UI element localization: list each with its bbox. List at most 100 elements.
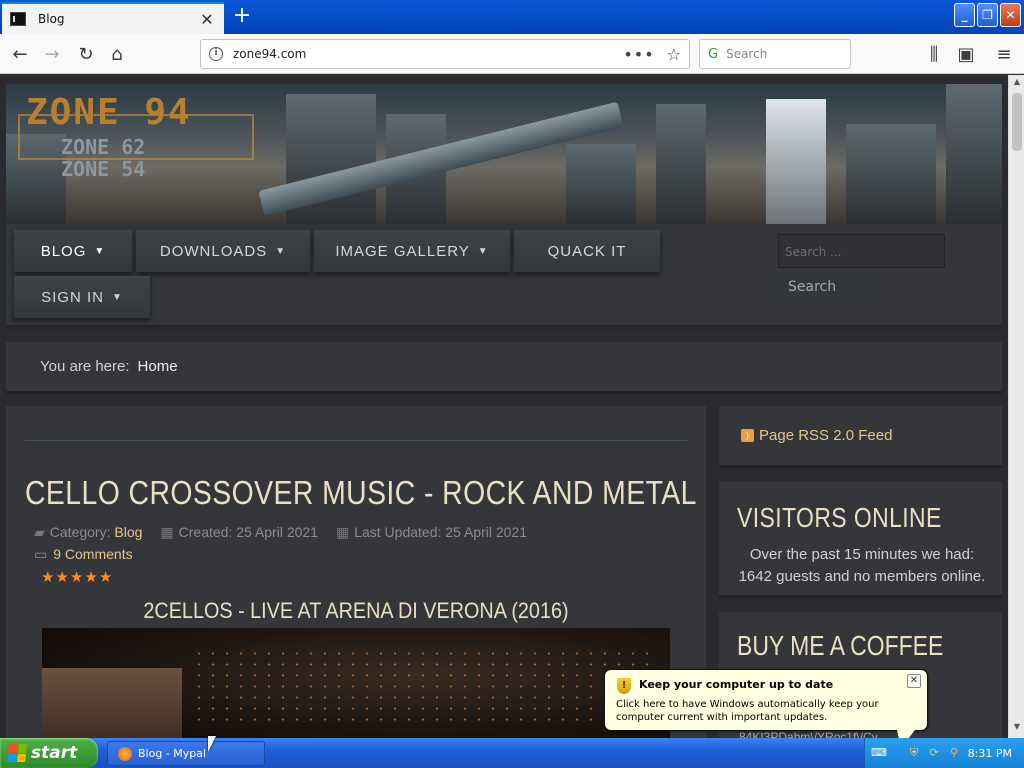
reload-icon[interactable]: ↻ [72, 40, 100, 68]
mouse-cursor [208, 736, 216, 752]
chevron-down-icon: ▼ [275, 245, 287, 257]
calendar-icon: ▦ [160, 524, 174, 540]
site-search-button[interactable]: Search [778, 272, 868, 302]
tab-blog[interactable]: Blog ✕ [2, 2, 224, 34]
star-icon[interactable]: ★ [41, 568, 55, 586]
city-lights [192, 648, 652, 728]
tab-title: Blog [38, 12, 65, 26]
close-window-button[interactable]: ✕ [1000, 3, 1021, 27]
scroll-thumb[interactable] [1012, 93, 1022, 151]
taskbar-item-label: Blog - Mypal [138, 747, 207, 760]
calendar-icon: ▦ [335, 524, 350, 540]
address-bar[interactable]: i zone94.com ••• ☆ [200, 39, 690, 69]
browser-search-box[interactable]: G Search [699, 39, 851, 69]
building [566, 144, 636, 224]
article-meta: ▰ Category: Blog ▦ Created: 25 April 2021 … [34, 524, 527, 541]
star-icon[interactable]: ★ [84, 568, 98, 586]
updated-date: Last Updated: 25 April 2021 [354, 524, 527, 540]
system-tray: ⌨ ⛨ ⟳ ⚲ 8:31 PM [864, 738, 1024, 768]
search-tray-icon[interactable]: ⚲ [947, 746, 961, 760]
breadcrumb-home[interactable]: Home [138, 358, 178, 375]
category-meta: ▰ Category: Blog [34, 524, 142, 541]
menu-label: DOWNLOADS [159, 242, 268, 260]
shield-tray-icon[interactable]: ⛨ [907, 746, 921, 760]
site-search-input[interactable]: Search ... [778, 234, 945, 268]
minimize-button[interactable]: _ [954, 3, 975, 27]
menu-item-image-gallery[interactable]: IMAGE GALLERY ▼ [314, 230, 510, 272]
scroll-up-icon[interactable]: ▲ [1011, 77, 1023, 91]
page-actions-icon[interactable]: ••• [623, 45, 654, 64]
video-player[interactable] [42, 628, 670, 738]
article: CELLO CROSSOVER MUSIC - ROCK AND METAL ▰… [6, 406, 706, 738]
browser-app-icon [118, 746, 132, 761]
comment-icon: ▭ [34, 546, 48, 562]
site-logo[interactable]: ZONE 94 [26, 92, 192, 133]
bookmark-star-icon[interactable]: ☆ [667, 45, 681, 64]
taskbar-item-browser[interactable]: Blog - Mypal [107, 741, 265, 766]
chevron-down-icon: ▼ [94, 245, 106, 257]
menu-label: IMAGE GALLERY [335, 242, 470, 260]
rss-feed-panel: ) Page RSS 2.0 Feed [719, 406, 1002, 468]
scroll-down-icon[interactable]: ▼ [1011, 722, 1023, 736]
star-rating[interactable]: ★★★★★ [41, 568, 113, 586]
chevron-down-icon: ▼ [111, 291, 123, 303]
header-banner: ZONE 94 ZONE 62 ZONE 54 [6, 84, 1002, 224]
star-icon[interactable]: ★ [70, 568, 84, 586]
url-text[interactable]: zone94.com [233, 47, 623, 61]
coffee-title: BUY ME A COFFEE [737, 630, 944, 661]
menu-item-quack-it[interactable]: QUACK IT [514, 230, 660, 272]
comments-count[interactable]: 9 Comments [53, 546, 132, 562]
logo-sub-2: ZONE 54 [61, 157, 146, 181]
hamburger-menu-icon[interactable]: ≡ [990, 40, 1018, 68]
back-arrow-icon[interactable]: ← [6, 40, 34, 68]
updated-meta: ▦ Last Updated: 25 April 2021 [336, 524, 527, 541]
start-button[interactable]: start [0, 738, 98, 768]
visitors-text: Over the past 15 minutes we had: 1642 gu… [738, 546, 986, 585]
star-icon[interactable]: ★ [55, 568, 69, 586]
comments-link[interactable]: ▭ 9 Comments [34, 546, 133, 563]
divider [25, 440, 687, 441]
menu-item-blog[interactable]: BLOG ▼ [14, 230, 132, 272]
star-icon[interactable]: ★ [99, 568, 113, 586]
menu-item-downloads[interactable]: DOWNLOADS ▼ [136, 230, 310, 272]
network-icon[interactable]: ⟳ [927, 746, 941, 760]
library-icon[interactable]: ⫼ [920, 40, 948, 68]
forward-arrow-icon[interactable]: → [38, 40, 66, 68]
category-link[interactable]: Blog [114, 524, 142, 540]
balloon-title: Keep your computer up to date [639, 678, 834, 691]
browser-search-placeholder[interactable]: Search [726, 47, 767, 61]
tab-strip: Blog ✕ + _ ❐ ✕ [0, 0, 1024, 34]
menu-label: QUACK IT [547, 242, 627, 260]
rss-link[interactable]: Page RSS 2.0 Feed [759, 427, 892, 444]
keyboard-icon[interactable]: ⌨ [871, 746, 887, 760]
category-label: Category: [49, 524, 111, 540]
balloon-body[interactable]: Click here to have Windows automatically… [616, 698, 916, 724]
home-icon[interactable]: ⌂ [103, 40, 131, 68]
tab-close-icon[interactable]: ✕ [198, 10, 216, 29]
vertical-scrollbar[interactable]: ▲ ▼ [1008, 75, 1024, 738]
building [766, 99, 826, 224]
breadcrumb: You are here: Home [6, 342, 1002, 394]
logo-sub-1: ZONE 62 [61, 135, 146, 159]
building [946, 84, 1002, 224]
restore-button[interactable]: ❐ [977, 3, 998, 27]
page-viewport: ZONE 94 ZONE 62 ZONE 54 BLOG ▼ DOWNLOADS ▼… [0, 75, 1008, 738]
visitors-online-panel: VISITORS ONLINE Over the past 15 minutes… [719, 482, 1002, 598]
building [846, 124, 936, 224]
windows-taskbar: start Blog - Mypal ⌨ ⛨ ⟳ ⚲ 8:31 PM [0, 738, 1024, 768]
balloon-close-icon[interactable]: ✕ [907, 674, 921, 688]
logo-subtext: ZONE 62 ZONE 54 [61, 136, 145, 180]
site-info-icon[interactable]: i [209, 47, 223, 61]
window-controls: _ ❐ ✕ [954, 3, 1021, 27]
windows-flag-icon [7, 744, 27, 762]
new-tab-plus-icon[interactable]: + [230, 4, 254, 28]
update-notification-balloon[interactable]: ! Keep your computer up to date Click he… [604, 669, 928, 748]
article-title[interactable]: CELLO CROSSOVER MUSIC - ROCK AND METAL [25, 474, 697, 512]
menu-label: SIGN IN [41, 288, 104, 306]
sidebar-toggle-icon[interactable]: ▣ [952, 40, 980, 68]
site-favicon-icon [10, 12, 26, 26]
clock[interactable]: 8:31 PM [968, 747, 1012, 760]
menu-item-sign-in[interactable]: SIGN IN ▼ [14, 276, 150, 318]
folder-icon: ▰ [34, 524, 45, 540]
search-engine-icon: G [708, 46, 719, 62]
